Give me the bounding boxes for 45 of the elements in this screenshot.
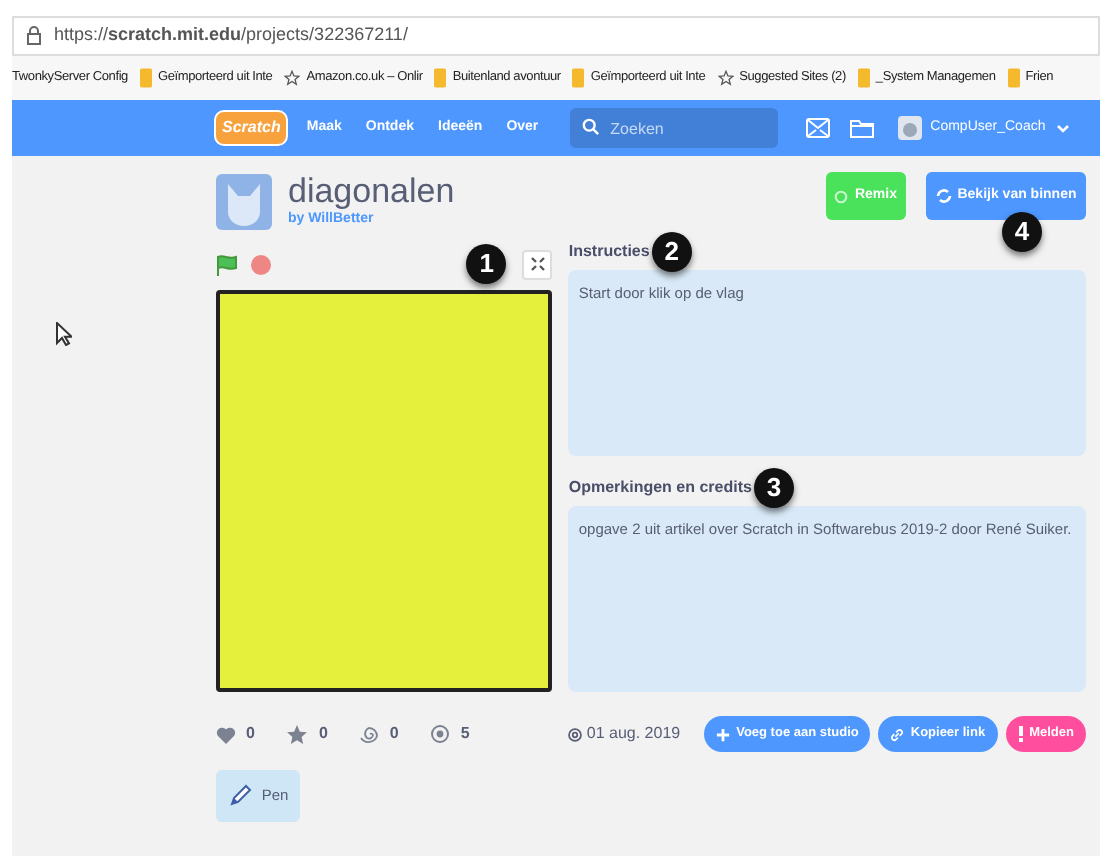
avatar-icon[interactable] [898,116,923,140]
project-thumbnail-icon [216,174,272,230]
link-icon [890,727,905,741]
pen-icon [227,784,252,808]
folder-icon [857,68,870,88]
exclamation-icon [1017,726,1024,742]
section-heading: Opmerkingen en credits [568,476,752,500]
fullscreen-icon [529,256,546,272]
star-icon [284,70,301,86]
caret-icon[interactable] [1055,123,1070,133]
heart-icon [216,725,236,743]
folder-icon [139,68,152,88]
project-stage[interactable] [216,290,553,692]
scratch-logo[interactable]: Scratch [214,110,289,146]
eye-icon [430,724,451,744]
search-field[interactable]: Zoeken [570,108,779,148]
folder-icon [572,68,585,88]
mail-icon[interactable] [806,118,831,138]
lock-icon [26,26,42,46]
stat-count: 0 [318,722,328,746]
project-title: diagonalen [288,173,455,210]
stop-icon[interactable] [250,253,272,275]
address-bar[interactable]: https://scratch.mit.edu/projects/322367211/ [12,16,1100,56]
url-text: https://scratch.mit.edu/projects/322367211/ [54,22,408,49]
spiral-icon [359,724,380,744]
folder-icon [434,68,447,88]
search-icon [582,118,601,136]
callout-badge: 4 [1002,212,1042,252]
refresh-icon [935,188,952,204]
flag-icon[interactable] [216,253,238,275]
mouse-cursor-icon [56,322,72,346]
star-icon [286,723,309,745]
stat-count: 0 [389,722,399,746]
callout-badge: 3 [753,468,794,508]
fullscreen-button[interactable] [522,249,553,279]
stat-count: 5 [460,722,470,746]
callout-badge: 1 [466,244,507,284]
folder-icon [1007,68,1020,88]
share-date: 01 aug. 2019 [586,722,681,746]
stat-count: 0 [246,722,255,746]
folder-icon[interactable] [850,118,875,138]
section-heading: Instructies [568,240,650,264]
callout-badge: 2 [651,232,692,272]
plus-icon [716,727,731,741]
star-icon [717,70,734,86]
